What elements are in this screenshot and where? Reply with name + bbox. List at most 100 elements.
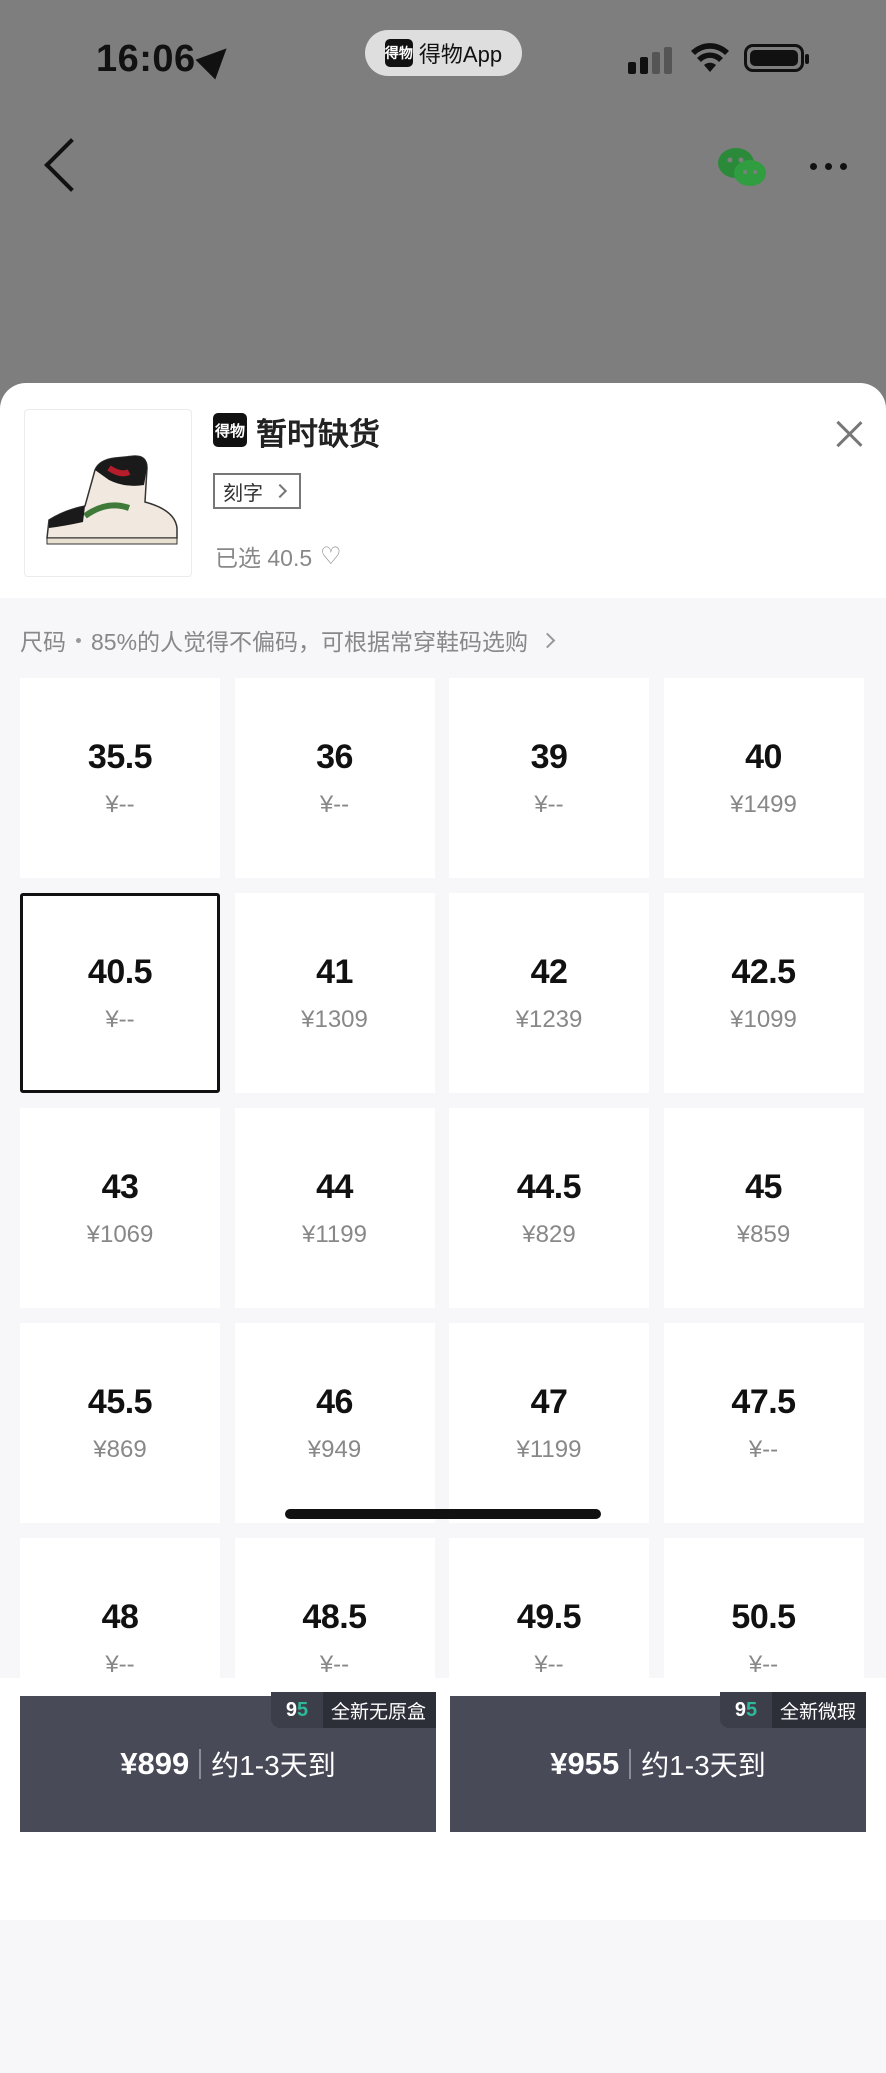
size-price: ¥1309: [301, 1005, 368, 1033]
condition-tag: 95 全新无原盒: [270, 1692, 436, 1728]
chevron-right-icon: [539, 632, 556, 648]
size-option[interactable]: 48.5 ¥--: [234, 1538, 435, 1678]
size-grid: 35.5 ¥-- 36 ¥-- 39 ¥-- 40 ¥1499 40.5 ¥-- 41 ¥1309 42…: [20, 678, 864, 1678]
size-price: ¥829: [522, 1220, 576, 1248]
status-time: 16:06: [96, 38, 196, 80]
stock-status-title: 暂时缺货: [256, 417, 380, 452]
wechat-icon[interactable]: [716, 146, 768, 188]
condition-tag-text: 全新无原盒: [330, 1701, 426, 1723]
size-option[interactable]: 39 ¥--: [449, 678, 649, 878]
condition-tag-text: 全新微瑕: [779, 1701, 856, 1723]
size-option[interactable]: 42 ¥1239: [449, 893, 649, 1093]
chevron-right-icon: [272, 483, 288, 499]
size-price: ¥--: [319, 1650, 350, 1678]
engrave-button[interactable]: 刻字: [213, 473, 301, 509]
size-hint[interactable]: 尺码 85%的人觉得不偏码，可根据常穿鞋码选购: [20, 623, 556, 657]
size-option[interactable]: 42.5 ¥1099: [663, 893, 864, 1093]
size-option[interactable]: 43 ¥1069: [20, 1108, 220, 1308]
app-return-pill[interactable]: 得物 得物App: [365, 30, 522, 76]
buy-option-button[interactable]: 95 全新无原盒 ¥899 约1-3天到: [20, 1692, 436, 1832]
dot-separator: [76, 637, 81, 643]
delivery-eta: 约1-3天到: [211, 1750, 336, 1781]
size-value: 49.5: [516, 1597, 582, 1636]
size-option[interactable]: 40 ¥1499: [663, 678, 864, 878]
size-option[interactable]: 44.5 ¥829: [449, 1108, 649, 1308]
buy-options-bar: 95 全新无原盒 ¥899 约1-3天到 95 全新微瑕 ¥955 约1-3天到: [0, 1678, 886, 1920]
size-price: ¥--: [748, 1650, 779, 1678]
location-arrow-icon: [195, 38, 237, 80]
size-option[interactable]: 45 ¥859: [663, 1108, 864, 1308]
sneaker-image: [46, 455, 178, 545]
size-value: 48: [101, 1597, 139, 1636]
status-bar: 16:06 得物 得物App: [0, 0, 886, 110]
selected-size-text: 已选 40.5: [215, 545, 313, 571]
engrave-label: 刻字: [223, 482, 263, 505]
battery-icon: [744, 44, 809, 72]
size-value: 39: [530, 737, 568, 776]
buy-price: ¥955: [550, 1746, 620, 1781]
home-indicator[interactable]: [285, 1509, 601, 1519]
95-badge-icon: 95: [719, 1692, 772, 1728]
size-price: ¥--: [534, 1650, 564, 1678]
size-price: ¥--: [105, 790, 135, 818]
size-hint-text: 85%的人觉得不偏码，可根据常穿鞋码选购: [91, 629, 529, 655]
close-icon[interactable]: [834, 419, 864, 449]
size-option[interactable]: 50.5 ¥--: [663, 1538, 864, 1678]
size-price: ¥1199: [302, 1220, 367, 1248]
size-value: 41: [316, 952, 353, 991]
product-thumbnail: [24, 409, 192, 577]
size-value: 36: [316, 737, 353, 776]
size-label: 尺码: [20, 629, 66, 655]
size-value: 45.5: [87, 1382, 153, 1421]
cellular-signal-icon: [628, 46, 672, 74]
app-pill-label: 得物App: [418, 42, 503, 67]
size-value: 45: [745, 1167, 782, 1206]
size-value: 50.5: [731, 1597, 796, 1636]
size-value: 43: [101, 1167, 139, 1206]
size-option[interactable]: 40.5 ¥--: [20, 893, 220, 1093]
size-price: ¥--: [319, 790, 350, 818]
95-badge-icon: 95: [270, 1692, 323, 1728]
size-option[interactable]: 49.5 ¥--: [449, 1538, 649, 1678]
condition-tag: 95 全新微瑕: [719, 1692, 866, 1728]
size-value: 44.5: [516, 1167, 582, 1206]
size-value: 44: [316, 1167, 353, 1206]
size-value: 42.5: [731, 952, 796, 991]
size-price: ¥1099: [730, 1005, 797, 1033]
size-option[interactable]: 47 ¥1199: [449, 1323, 649, 1523]
size-option[interactable]: 48 ¥--: [20, 1538, 220, 1678]
size-value: 46: [316, 1382, 353, 1421]
size-price: ¥--: [105, 1005, 135, 1033]
size-option[interactable]: 47.5 ¥--: [663, 1323, 864, 1523]
size-value: 48.5: [302, 1597, 367, 1636]
size-option[interactable]: 41 ¥1309: [234, 893, 435, 1093]
size-value: 42: [530, 952, 568, 991]
size-option[interactable]: 36 ¥--: [234, 678, 435, 878]
size-value: 35.5: [87, 737, 153, 776]
size-grid-viewport[interactable]: 35.5 ¥-- 36 ¥-- 39 ¥-- 40 ¥1499 40.5 ¥-- 41 ¥1309 42…: [0, 678, 886, 1678]
size-price: ¥1069: [86, 1220, 154, 1248]
heart-icon[interactable]: ♡: [320, 542, 342, 571]
size-value: 47: [530, 1382, 568, 1421]
dewu-brand-icon: 得物: [213, 413, 247, 447]
size-option[interactable]: 46 ¥949: [234, 1323, 435, 1523]
divider: [629, 1749, 632, 1779]
size-price: ¥--: [105, 1650, 135, 1678]
wifi-icon: [691, 43, 729, 72]
buy-price: ¥899: [120, 1746, 190, 1781]
size-option[interactable]: 44 ¥1199: [234, 1108, 435, 1308]
size-price: ¥--: [534, 790, 564, 818]
size-option[interactable]: 35.5 ¥--: [20, 678, 220, 878]
size-price: ¥1499: [730, 790, 797, 818]
buy-option-button[interactable]: 95 全新微瑕 ¥955 约1-3天到: [450, 1692, 866, 1832]
size-option[interactable]: 45.5 ¥869: [20, 1323, 220, 1523]
size-price: ¥--: [748, 1435, 779, 1463]
size-price: ¥859: [736, 1220, 791, 1248]
size-value: 40.5: [87, 952, 153, 991]
size-price: ¥869: [93, 1435, 147, 1463]
size-value: 47.5: [731, 1382, 796, 1421]
size-price: ¥1199: [516, 1435, 582, 1463]
dewu-logo-icon: 得物: [384, 39, 413, 67]
more-dots-icon[interactable]: [810, 163, 847, 170]
size-price: ¥1239: [515, 1005, 583, 1033]
